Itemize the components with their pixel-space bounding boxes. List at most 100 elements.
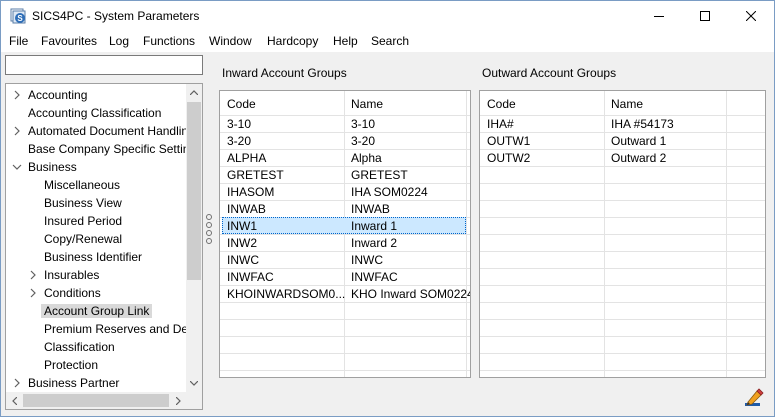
tree-item-label: Classification xyxy=(44,340,115,354)
scroll-right-arrow[interactable] xyxy=(170,392,186,409)
tree-item-label: Business Partner xyxy=(28,376,120,390)
tree-item-label: Copy/Renewal xyxy=(44,232,123,246)
outward-col-code-header[interactable]: Code xyxy=(487,97,516,111)
close-button[interactable] xyxy=(728,1,774,31)
tree-horizontal-scroll-thumb[interactable] xyxy=(23,394,169,407)
tree-vertical-scrollbar[interactable] xyxy=(186,84,202,392)
tree-item-label: Account Group Link xyxy=(41,304,153,318)
name-cell: IHA #54173 xyxy=(611,117,674,131)
menu-favourites[interactable]: Favourites xyxy=(41,34,97,48)
chevron-left-icon xyxy=(11,396,17,405)
menu-log[interactable]: Log xyxy=(109,34,129,48)
tree-item[interactable]: Classification xyxy=(6,338,188,356)
row-divider xyxy=(480,217,765,218)
row-divider xyxy=(220,115,470,116)
outward-account-groups-grid[interactable]: Code Name IHA# IHA #54173 OUTW1 Outward 1 OU… xyxy=(479,90,766,378)
menu-hardcopy[interactable]: Hardcopy xyxy=(267,34,318,48)
name-cell: Outward 2 xyxy=(611,151,667,165)
menu-window[interactable]: Window xyxy=(209,34,252,48)
splitter-grip[interactable] xyxy=(206,214,212,258)
chevron-right-icon[interactable] xyxy=(12,378,22,388)
code-cell: INWAB xyxy=(227,202,266,216)
row-divider xyxy=(220,251,470,252)
menu-search[interactable]: Search xyxy=(371,34,409,48)
minimize-icon xyxy=(654,16,664,17)
row-divider xyxy=(480,251,765,252)
tree-item-label: Business View xyxy=(44,196,122,210)
code-cell: INWFAC xyxy=(227,270,274,284)
row-divider xyxy=(480,234,765,235)
name-cell: KHO Inward SOM0224 xyxy=(351,287,471,301)
inward-col-code-header[interactable]: Code xyxy=(227,97,256,111)
row-divider xyxy=(220,268,470,269)
tree-item-label: Automated Document Handling xyxy=(28,124,195,138)
name-cell: 3-10 xyxy=(351,117,376,131)
name-cell: 3-20 xyxy=(351,134,376,148)
scrollbar-corner xyxy=(186,392,202,409)
tree-horizontal-scrollbar[interactable] xyxy=(6,392,202,409)
row-divider xyxy=(220,166,470,167)
svg-text:S: S xyxy=(17,14,23,23)
chevron-right-icon[interactable] xyxy=(12,126,22,136)
inward-col-name-header[interactable]: Name xyxy=(351,97,383,111)
inward-grid-header: Code Name xyxy=(220,91,470,115)
tree-item[interactable]: Automated Document Handling xyxy=(6,122,195,140)
tree-item[interactable]: Business Identifier xyxy=(6,248,188,266)
navigation-tree[interactable]: Accounting Accounting Classification Autom… xyxy=(5,83,203,410)
code-cell: INW1 xyxy=(227,219,257,233)
tree-item[interactable]: Business xyxy=(6,158,188,176)
tree-item[interactable]: Accounting Classification xyxy=(6,104,188,122)
name-cell: Alpha xyxy=(351,151,382,165)
maximize-button[interactable] xyxy=(682,1,728,31)
tree-item-label: Business xyxy=(28,160,77,174)
row-divider xyxy=(220,234,470,235)
edit-button[interactable] xyxy=(744,388,764,408)
scroll-up-arrow[interactable] xyxy=(186,84,202,101)
tree-item[interactable]: Copy/Renewal xyxy=(6,230,188,248)
minimize-button[interactable] xyxy=(636,1,682,31)
inward-account-groups-grid[interactable]: Code Name 3-10 3-10 3-20 3-20 ALPHA Alpha GRET… xyxy=(219,90,471,378)
chevron-down-icon[interactable] xyxy=(12,162,22,172)
tree-item[interactable]: Insurables xyxy=(6,266,188,284)
tree-item-label: Miscellaneous xyxy=(44,178,121,192)
menu-functions[interactable]: Functions xyxy=(143,34,195,48)
code-cell: OUTW1 xyxy=(487,134,531,148)
tree-item[interactable]: Accounting xyxy=(6,86,188,104)
title-bar[interactable]: S SICS4PC - System Parameters xyxy=(1,1,774,31)
row-divider xyxy=(220,302,470,303)
chevron-right-icon[interactable] xyxy=(28,288,38,298)
tree-item[interactable]: Business Partner xyxy=(6,374,188,392)
maximize-icon xyxy=(700,11,710,21)
code-cell: INWC xyxy=(227,253,259,267)
name-cell: GRETEST xyxy=(351,168,408,182)
tree-item[interactable]: Protection xyxy=(6,356,188,374)
outward-col-name-header[interactable]: Name xyxy=(611,97,643,111)
tree-item-label: Accounting xyxy=(28,88,88,102)
sics-app-icon: S xyxy=(10,8,26,24)
tree-item[interactable]: Premium Reserves and Depos xyxy=(6,320,202,338)
name-cell: INWC xyxy=(351,253,383,267)
tree-search-input[interactable] xyxy=(5,55,203,75)
tree-item[interactable]: Base Company Specific Settings xyxy=(6,140,202,158)
tree-item[interactable]: Business View xyxy=(6,194,188,212)
menu-help[interactable]: Help xyxy=(333,34,358,48)
scroll-left-arrow[interactable] xyxy=(6,392,22,409)
menu-file[interactable]: File xyxy=(9,34,28,48)
tree-vertical-scroll-thumb[interactable] xyxy=(187,102,201,280)
chevron-right-icon[interactable] xyxy=(12,90,22,100)
outward-grid-header: Code Name xyxy=(480,91,765,115)
chevron-right-icon[interactable] xyxy=(28,270,38,280)
grip-dot xyxy=(206,214,212,220)
scroll-down-arrow[interactable] xyxy=(186,375,202,392)
chevron-up-icon xyxy=(190,90,198,95)
tree-item[interactable]: Account Group Link xyxy=(6,302,188,320)
row-divider xyxy=(480,132,765,133)
tree-item-label: Conditions xyxy=(44,286,101,300)
tree-item-label: Premium Reserves and Depos xyxy=(44,322,203,336)
tree-item-label: Business Identifier xyxy=(44,250,143,264)
tree-item[interactable]: Miscellaneous xyxy=(6,176,188,194)
tree-item[interactable]: Insured Period xyxy=(6,212,188,230)
tree-item[interactable]: Conditions xyxy=(6,284,188,302)
chevron-down-icon xyxy=(190,381,198,386)
selected-row-highlight xyxy=(222,217,466,234)
